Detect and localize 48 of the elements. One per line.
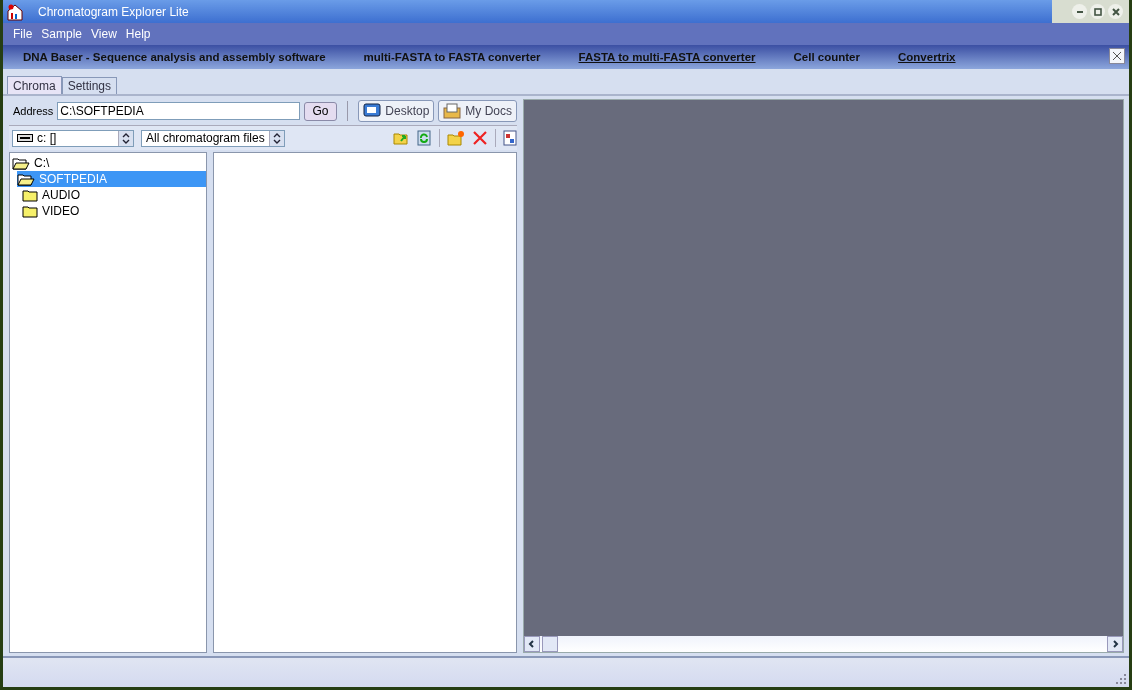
menu-item[interactable]: File xyxy=(13,27,33,41)
close-button[interactable] xyxy=(1108,4,1123,19)
minimize-button[interactable] xyxy=(1072,4,1087,19)
tab[interactable]: Settings xyxy=(61,77,118,94)
spinner-icon xyxy=(118,130,133,146)
documents-icon xyxy=(443,103,462,119)
open-folder-icon xyxy=(12,156,30,170)
tree-item[interactable]: VIDEO xyxy=(22,203,206,219)
menu-item[interactable]: Sample xyxy=(41,27,83,41)
product-link[interactable]: FASTA to multi-FASTA converter xyxy=(578,51,756,63)
desktop-icon xyxy=(363,103,382,119)
window-title: Chromatogram Explorer Lite xyxy=(38,4,190,19)
maximize-icon xyxy=(1092,6,1103,17)
product-link[interactable]: Convertrix xyxy=(898,51,956,63)
document-icon[interactable] xyxy=(503,130,517,146)
resize-grip-icon[interactable] xyxy=(1116,674,1126,684)
scroll-left-icon[interactable] xyxy=(524,636,540,652)
house-icon xyxy=(6,2,24,21)
close-icon xyxy=(1110,6,1121,17)
product-link[interactable]: DNA Baser - Sequence analysis and assembly software xyxy=(23,51,326,63)
tree-item[interactable]: AUDIO xyxy=(22,187,206,203)
delete-icon[interactable] xyxy=(472,130,488,146)
product-link[interactable]: Cell counter xyxy=(793,51,860,63)
drive-dropdown[interactable]: c: [] xyxy=(12,129,134,147)
go-button[interactable]: Go xyxy=(303,101,338,121)
place-button[interactable]: Desktop xyxy=(358,100,435,122)
filter-dropdown[interactable]: All chromatogram files xyxy=(141,129,285,147)
address-label: Address xyxy=(13,105,54,117)
drive-icon xyxy=(17,134,33,142)
folder-icon xyxy=(22,204,38,218)
new-folder-icon[interactable] xyxy=(447,130,465,146)
open-folder-icon xyxy=(17,172,35,186)
menu-item[interactable]: Help xyxy=(125,27,151,41)
close-button[interactable] xyxy=(1109,48,1125,64)
folder-up-icon[interactable] xyxy=(393,130,409,146)
close-icon xyxy=(1112,51,1122,61)
address-field[interactable]: C:\SOFTPEDIA xyxy=(57,102,300,120)
maximize-button[interactable] xyxy=(1090,4,1105,19)
menu-item[interactable]: View xyxy=(91,27,117,41)
tab[interactable]: Chroma xyxy=(7,76,62,94)
place-button[interactable]: My Docs xyxy=(438,100,517,122)
scroll-right-icon[interactable] xyxy=(1107,636,1123,652)
horizontal-scrollbar[interactable] xyxy=(524,636,1123,652)
refresh-icon[interactable] xyxy=(416,130,432,146)
spinner-icon xyxy=(269,130,284,146)
scroll-thumb[interactable] xyxy=(542,636,558,652)
tree-item[interactable]: C:\ xyxy=(12,155,206,171)
product-link[interactable]: multi-FASTA to FASTA converter xyxy=(363,51,541,63)
